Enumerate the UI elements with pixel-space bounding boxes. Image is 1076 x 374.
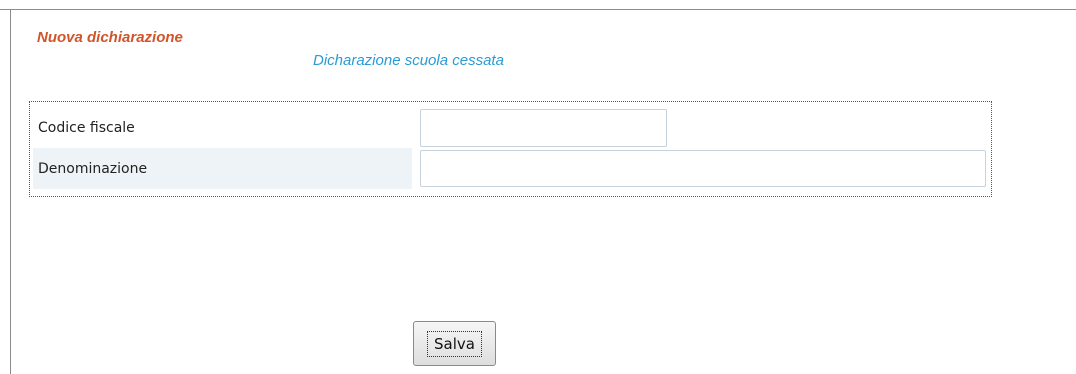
left-divider — [10, 10, 11, 374]
denominazione-label: Denominazione — [33, 148, 412, 189]
form-row-codice-fiscale: Codice fiscale — [33, 107, 988, 148]
top-divider — [0, 9, 1076, 10]
codice-fiscale-label: Codice fiscale — [38, 119, 135, 136]
denominazione-input[interactable] — [420, 150, 986, 187]
save-button-label: Salva — [427, 330, 482, 357]
page-title: Nuova dichiarazione — [37, 29, 183, 46]
declaration-form: Codice fiscale Denominazione — [29, 101, 992, 197]
page-subtitle: Dicharazione scuola cessata — [313, 52, 504, 69]
form-row-denominazione: Denominazione — [33, 148, 988, 189]
save-button[interactable]: Salva — [413, 321, 496, 366]
codice-fiscale-input[interactable] — [420, 109, 667, 147]
